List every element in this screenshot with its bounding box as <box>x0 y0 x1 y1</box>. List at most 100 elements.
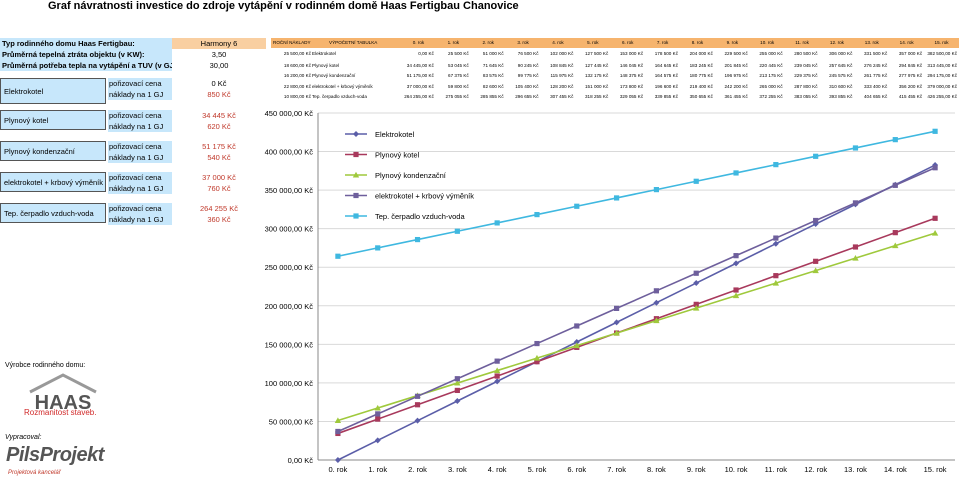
series-line <box>337 167 936 433</box>
pilsprojekt-subtitle: Projektová kancelář <box>8 470 61 476</box>
cost-label: náklady na 1 GJ <box>108 214 172 225</box>
legend-label: elektrokotel + krbový výměník <box>375 192 474 201</box>
data-point <box>613 329 620 336</box>
data-point <box>892 181 899 188</box>
cost-value[interactable]: 620 Kč <box>172 121 266 132</box>
y-tick-label: 100 000,00 Kč <box>265 379 314 388</box>
x-tick-label: 13. rok <box>844 465 867 474</box>
cost-value[interactable]: 760 Kč <box>172 183 266 194</box>
cost-value[interactable]: 360 Kč <box>172 214 266 225</box>
house-type-label: Typ rodinného domu Haas Fertigbau: <box>0 38 172 49</box>
table-cell: 82 600 Kč <box>482 84 504 89</box>
legend-label: Tep. čerpadlo vzduch-voda <box>375 212 465 221</box>
price-label: pořizovací cena <box>108 78 172 89</box>
data-point <box>772 240 779 247</box>
heat-loss-value[interactable]: 3,50 <box>172 49 266 60</box>
table-cell: 276 245 Kč <box>864 63 888 68</box>
table-cell: 76 500 Kč <box>517 51 539 56</box>
row-name: Tep. čerpadlo vzduch-voda <box>312 94 367 99</box>
row-name: Plynový kondenzační <box>312 73 356 78</box>
legend-label: Elektrokotel <box>375 130 415 139</box>
table-cell: 37 000,00 Kč <box>406 84 434 89</box>
data-point <box>334 417 342 424</box>
price-label: pořizovací cena <box>108 172 172 183</box>
table-cell: 372 255 Kč <box>759 94 783 99</box>
legend-label: Plynový kotel <box>375 151 420 160</box>
table-cell: 333 400 Kč <box>864 84 888 89</box>
table-cell: 90 245 Kč <box>517 63 539 68</box>
table-cell: 239 045 Kč <box>794 63 818 68</box>
page-title: Graf návratnosti investice do zdroje vyt… <box>48 0 519 12</box>
data-point <box>335 253 341 259</box>
x-tick-label: 2. rok <box>408 465 427 474</box>
table-cell: 51 175,00 Kč <box>406 73 434 78</box>
table-cell: 213 175 Kč <box>759 73 783 78</box>
table-cell: 67 375 Kč <box>448 73 469 78</box>
data-point <box>813 153 819 159</box>
data-point <box>932 165 938 171</box>
row-name: elektrokotel + krbový výměník <box>312 84 373 89</box>
price-label: pořizovací cena <box>108 203 172 214</box>
year-header: 1. rok <box>447 40 460 45</box>
heat-loss-label: Průměrná tepelná ztráta objektu (v KW): <box>0 49 172 60</box>
cost-value[interactable]: 850 Kč <box>172 89 266 100</box>
table-row: 25 500,00 Kč Elektrokotel 0,00 Kč 25 500 Kč… <box>271 49 959 59</box>
price-value[interactable]: 264 255 Kč <box>172 203 266 214</box>
y-tick-label: 300 000,00 Kč <box>265 225 314 234</box>
table-cell: 296 655 Kč <box>515 94 539 99</box>
data-point <box>454 379 461 386</box>
price-value[interactable]: 37 000 Kč <box>172 172 266 183</box>
table-cell: 127 500 Kč <box>585 51 609 56</box>
table-cell: 255 000 Kč <box>759 51 783 56</box>
series-line <box>337 232 936 422</box>
table-cell: 153 000 Kč <box>619 51 644 56</box>
x-tick-label: 14. rok <box>884 465 907 474</box>
table-cell: 83 575 Kč <box>482 73 504 78</box>
table-cell: 220 445 Kč <box>759 63 783 68</box>
data-point <box>653 316 660 322</box>
legend-marker <box>352 171 360 178</box>
x-tick-label: 12. rok <box>804 465 827 474</box>
legend-marker <box>353 131 359 137</box>
table-cell: 356 200 Kč <box>898 84 923 89</box>
data-point <box>454 228 460 234</box>
table-cell: 415 455 Kč <box>898 94 923 99</box>
table-row: 16 200,00 Kč Plynový kondenzační 51 175,00… <box>271 71 959 81</box>
pilsprojekt-logo: PilsProjekt <box>6 444 104 466</box>
data-point <box>693 280 700 287</box>
x-tick-label: 15. rok <box>924 465 947 474</box>
data-point <box>931 229 939 236</box>
year-header: 3. rok <box>517 40 529 45</box>
year-header: 2. rok <box>482 40 494 45</box>
price-value[interactable]: 0 Kč <box>172 78 266 89</box>
table-cell: 102 000 Kč <box>550 51 574 56</box>
house-type-value[interactable]: Harmony 6 <box>172 38 266 49</box>
data-point <box>375 245 381 251</box>
source-name: elektrokotel + krbový výměník <box>0 172 106 192</box>
table-cell: 59 800 Kč <box>448 84 469 89</box>
table-cell: 146 045 Kč <box>619 63 644 68</box>
heat-need-row: Průměrná potřeba tepla na vytápění a TUV… <box>0 60 266 71</box>
year-header: 11. rok <box>795 40 809 45</box>
cost-value[interactable]: 540 Kč <box>172 152 266 163</box>
price-value[interactable]: 34 445 Kč <box>172 110 266 121</box>
year-header: 6. rok <box>621 40 634 45</box>
table-cell: 361 455 Kč <box>724 94 748 99</box>
annual-cost: 25 500,00 Kč <box>283 51 311 56</box>
data-point <box>892 137 898 143</box>
heat-need-value[interactable]: 30,00 <box>172 60 266 71</box>
data-point <box>653 299 660 306</box>
table-cell: 229 500 Kč <box>724 51 748 56</box>
data-point <box>494 378 501 385</box>
table-cell: 51 000 Kč <box>482 51 504 56</box>
table-cell: 34 445,00 Kč <box>406 63 434 68</box>
data-point <box>534 340 540 347</box>
data-point <box>732 292 740 299</box>
table-cell: 173 800 Kč <box>619 84 644 89</box>
heat-loss-row: Průměrná tepelná ztráta objektu (v KW): … <box>0 49 266 60</box>
table-cell: 307 455 Kč <box>550 94 574 99</box>
source-name: Plynový kondenzační <box>0 141 106 161</box>
price-value[interactable]: 51 175 Kč <box>172 141 266 152</box>
table-cell: 132 175 Kč <box>585 73 609 78</box>
x-tick-label: 11. rok <box>765 465 788 474</box>
